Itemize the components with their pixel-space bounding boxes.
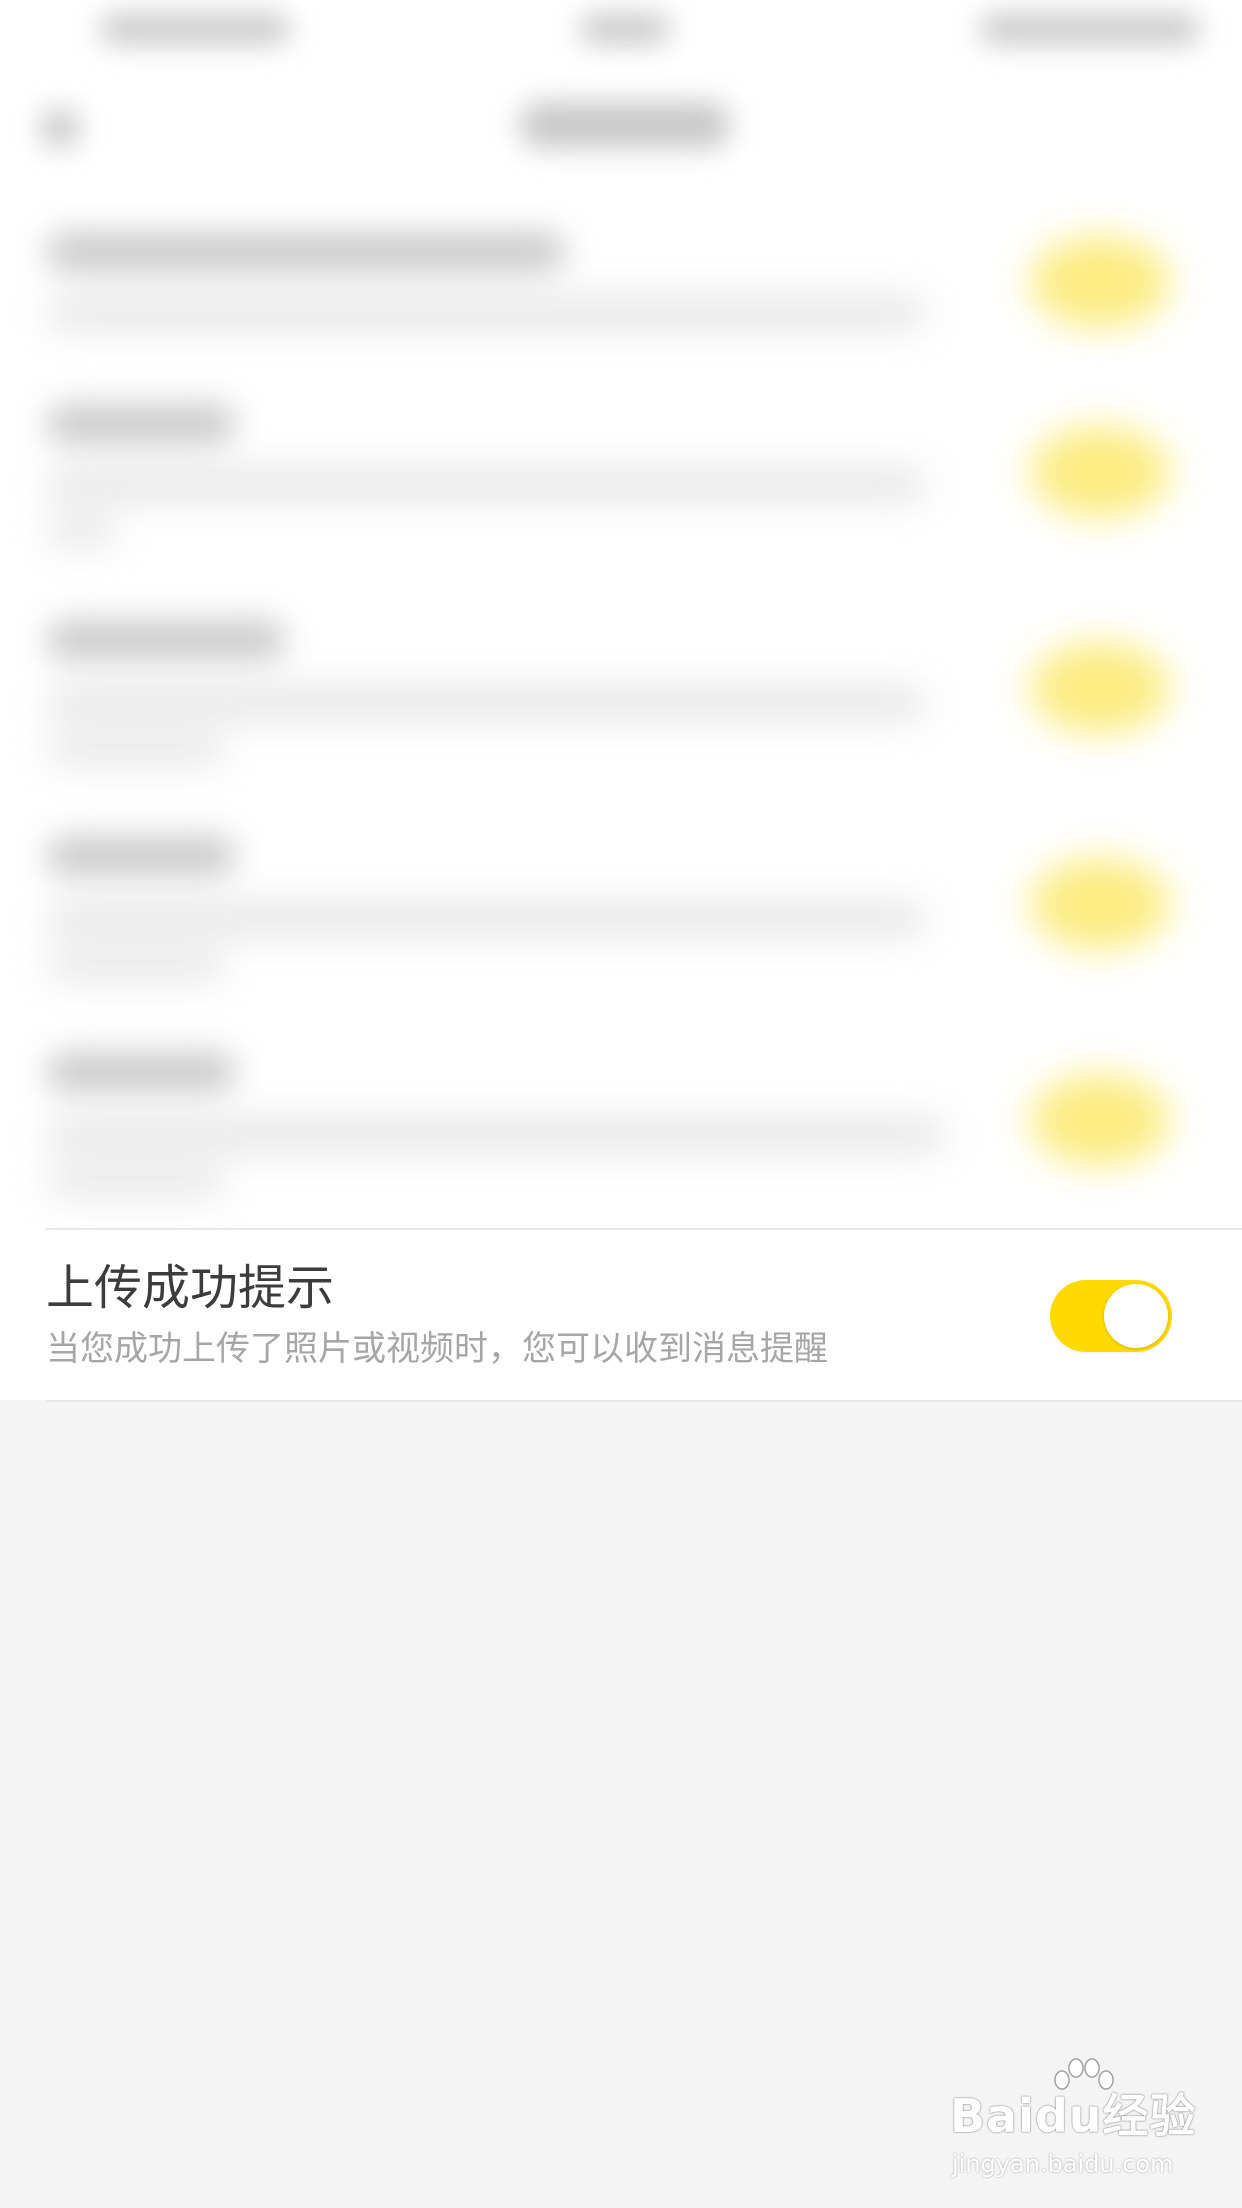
row-divider-top — [46, 1228, 1242, 1230]
settings-screen: 上传成功提示 当您成功上传了照片或视频时，您可以收到消息提醒 Baidu经验 j… — [0, 0, 1242, 2208]
blurred-row-desc — [46, 1166, 226, 1196]
blurred-row-title — [46, 620, 286, 660]
blurred-status-battery — [980, 14, 1200, 44]
blurred-back-icon — [40, 108, 80, 148]
blurred-row-desc — [46, 902, 926, 936]
blurred-row-desc — [46, 468, 926, 502]
blurred-row-desc — [46, 950, 226, 980]
blurred-row-desc — [46, 1118, 946, 1152]
blurred-nav-title — [520, 102, 730, 148]
blurred-toggle — [1030, 858, 1170, 950]
blurred-row-title — [46, 232, 566, 272]
setting-title: 上传成功提示 — [46, 1260, 335, 1316]
blurred-toggle — [1030, 642, 1170, 734]
blurred-row-desc — [46, 296, 926, 330]
watermark-url: jingyan.baidu.com — [952, 2150, 1174, 2178]
baidu-jingyan-watermark: Baidu经验 jingyan.baidu.com — [950, 2058, 1196, 2190]
blurred-row-desc — [46, 734, 226, 764]
toggle-knob — [1104, 1284, 1168, 1348]
blurred-row-title — [46, 404, 236, 444]
row-divider-bottom — [46, 1400, 1242, 1402]
blurred-row-title — [46, 1052, 236, 1092]
blurred-content-region — [0, 0, 1242, 1228]
blurred-toggle — [1030, 1074, 1170, 1166]
blurred-row-title — [46, 836, 236, 876]
blurred-status-carrier — [100, 14, 290, 44]
blurred-toggle — [1030, 426, 1170, 518]
upload-success-toggle[interactable] — [1050, 1280, 1172, 1352]
blurred-status-time — [580, 14, 670, 44]
blurred-row-desc — [46, 516, 116, 546]
blurred-row-desc — [46, 686, 926, 720]
setting-description: 当您成功上传了照片或视频时，您可以收到消息提醒 — [46, 1329, 828, 1369]
watermark-logo-text: Baidu经验 — [950, 2089, 1197, 2143]
blurred-toggle — [1030, 236, 1170, 328]
